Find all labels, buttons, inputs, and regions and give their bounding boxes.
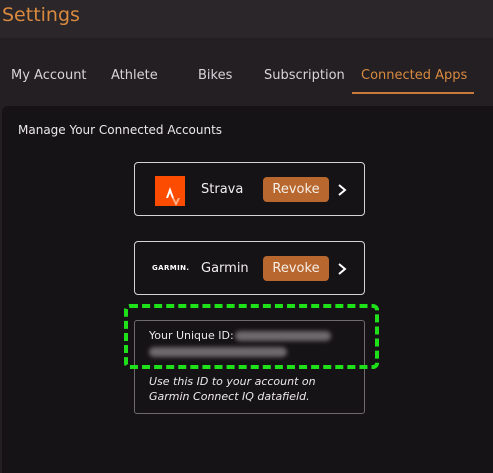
garmin-revoke-button[interactable]: Revoke	[263, 256, 329, 281]
garmin-logo: GARMIN.	[152, 264, 190, 272]
strava-revoke-button[interactable]: Revoke	[263, 177, 329, 202]
unique-id-value-blurred	[149, 347, 287, 357]
header-bar: Settings	[0, 0, 493, 38]
garmin-app-card[interactable]: GARMIN. Garmin Revoke	[134, 241, 365, 295]
garmin-app-name: Garmin	[201, 261, 249, 276]
tab-subscription[interactable]: Subscription	[264, 68, 345, 84]
strava-logo-icon	[155, 176, 185, 206]
connected-apps-panel: Manage Your Connected Accounts Strava Re…	[2, 106, 493, 473]
unique-id-label: Your Unique ID:	[149, 329, 234, 342]
chevron-right-icon[interactable]	[336, 261, 348, 275]
page-title: Settings	[2, 4, 80, 26]
chevron-right-icon[interactable]	[336, 182, 348, 196]
panel-title: Manage Your Connected Accounts	[18, 123, 223, 137]
unique-id-hint: Use this ID to your account on Garmin Co…	[149, 375, 316, 403]
unique-id-value-blurred	[235, 331, 331, 341]
tab-bikes[interactable]: Bikes	[198, 68, 232, 84]
tab-athlete[interactable]: Athlete	[111, 68, 158, 84]
strava-app-name: Strava	[201, 182, 244, 197]
active-tab-indicator	[352, 92, 474, 94]
tab-connected-apps[interactable]: Connected Apps	[361, 68, 467, 84]
tab-my-account[interactable]: My Account	[11, 68, 87, 84]
strava-app-card[interactable]: Strava Revoke	[134, 162, 365, 216]
unique-id-box: Your Unique ID: Use this ID to your acco…	[134, 320, 365, 414]
settings-tabs: My Account Athlete Bikes Subscription Co…	[0, 38, 493, 98]
